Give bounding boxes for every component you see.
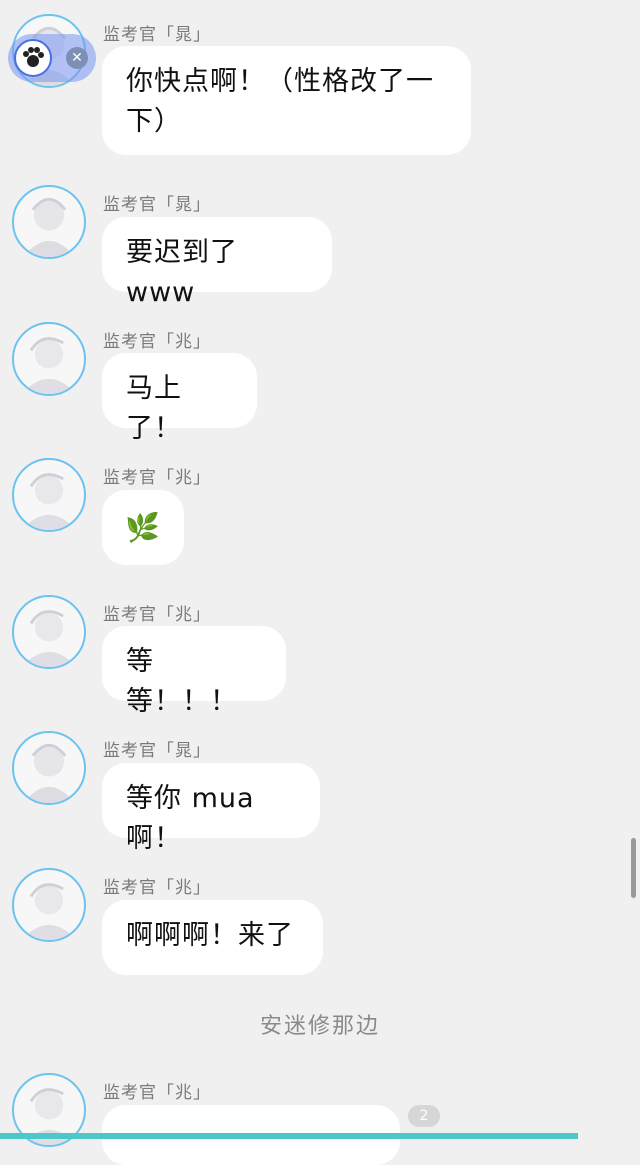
- sender-name: 监考官「兆」: [103, 332, 211, 352]
- sender-name: 监考官「兆」: [103, 1083, 211, 1103]
- close-icon[interactable]: ✕: [66, 47, 88, 69]
- herb-emoji: 🌿: [125, 510, 161, 544]
- sender-name: 监考官「晁」: [103, 741, 211, 761]
- progress-bar: [0, 1133, 578, 1139]
- avatar[interactable]: [12, 595, 86, 669]
- count-badge: 2: [408, 1105, 440, 1127]
- message-bubble[interactable]: 等等！！！: [102, 626, 286, 717]
- message-bubble[interactable]: 🌿: [102, 490, 184, 565]
- message-bubble[interactable]: 要迟到了 www: [102, 217, 332, 308]
- message-bubble[interactable]: 马上了！: [102, 353, 257, 444]
- avatar[interactable]: [12, 458, 86, 532]
- sender-name: 监考官「兆」: [103, 605, 211, 625]
- floating-assistant-widget[interactable]: ✕: [8, 34, 96, 82]
- avatar[interactable]: [12, 868, 86, 942]
- paw-icon[interactable]: [14, 39, 52, 77]
- avatar[interactable]: [12, 322, 86, 396]
- avatar[interactable]: [12, 185, 86, 259]
- message-bubble[interactable]: 啊啊啊！来了: [102, 900, 323, 975]
- message-bubble[interactable]: 你快点啊！（性格改了一 下）: [102, 46, 471, 155]
- scrollbar[interactable]: [631, 838, 636, 898]
- message-bubble[interactable]: 等你 mua 啊！: [102, 763, 320, 854]
- sender-name: 监考官「兆」: [103, 878, 211, 898]
- avatar[interactable]: [12, 731, 86, 805]
- sender-name: 监考官「兆」: [103, 468, 211, 488]
- sender-name: 监考官「晁」: [103, 195, 211, 215]
- sender-name: 监考官「晁」: [103, 25, 211, 45]
- scene-divider-label: 安迷修那边: [259, 1014, 380, 1039]
